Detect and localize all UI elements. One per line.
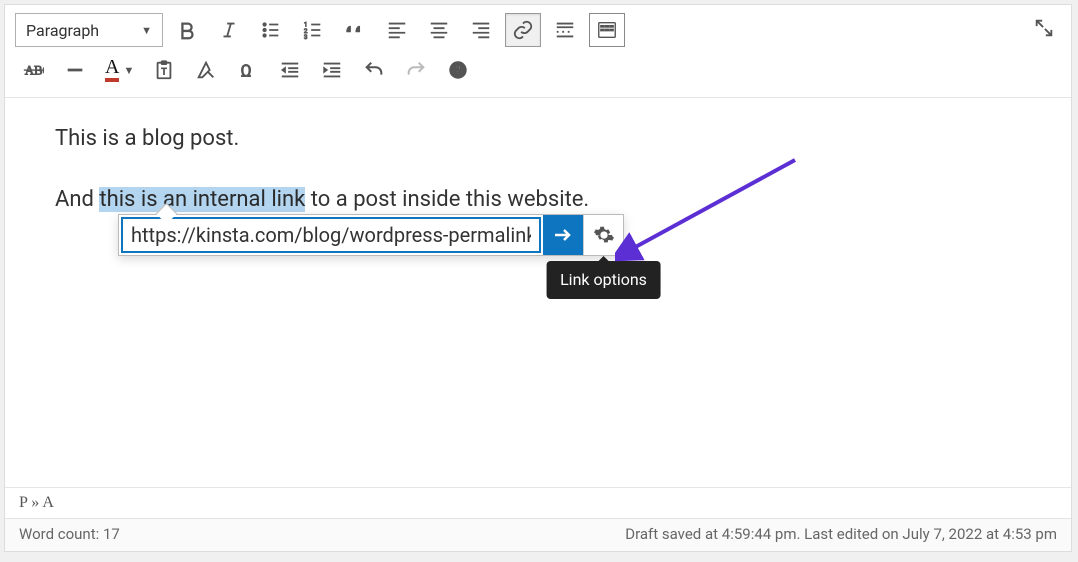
link-button[interactable] [505,13,541,47]
svg-text:3: 3 [304,33,308,41]
content-line-2: And this is an internal link to a post i… [55,183,1021,216]
paste-text-button[interactable]: T [146,53,182,87]
svg-text:T: T [162,68,168,78]
outdent-button[interactable] [272,53,308,87]
toolbar: Paragraph ▼ 123 [5,5,1071,98]
text-color-button[interactable]: A ▼ [99,53,140,87]
fullscreen-button[interactable] [1033,17,1055,43]
toolbar-row-2: ABC A ▼ T Ω [15,53,1061,87]
undo-button[interactable] [356,53,392,87]
caret-down-icon: ▼ [141,24,152,37]
format-select-label: Paragraph [26,21,99,40]
readmore-button[interactable] [547,13,583,47]
element-path[interactable]: P » A [5,488,1071,519]
link-popup: Link options [118,214,624,256]
apply-link-button[interactable] [543,215,583,255]
selected-link-text[interactable]: this is an internal link [99,187,305,212]
content-area[interactable]: This is a blog post. And this is an inte… [5,98,1071,487]
hr-button[interactable] [57,53,93,87]
bullet-list-button[interactable] [253,13,289,47]
align-right-button[interactable] [463,13,499,47]
italic-button[interactable] [211,13,247,47]
align-left-button[interactable] [379,13,415,47]
status-bar: P » A Word count: 17 Draft saved at 4:59… [5,487,1071,551]
format-select[interactable]: Paragraph ▼ [15,13,163,47]
clear-format-button[interactable] [188,53,224,87]
editor-container: Paragraph ▼ 123 [4,4,1072,552]
caret-down-icon: ▼ [123,64,134,77]
link-options-tooltip: Link options [546,261,661,299]
text-color-icon: A [105,58,119,82]
numbered-list-button[interactable]: 123 [295,13,331,47]
blockquote-button[interactable] [337,13,373,47]
help-button[interactable]: ? [440,53,476,87]
align-center-button[interactable] [421,13,457,47]
indent-button[interactable] [314,53,350,87]
status-bottom: Word count: 17 Draft saved at 4:59:44 pm… [5,519,1071,551]
save-status: Draft saved at 4:59:44 pm. Last edited o… [625,525,1057,543]
toolbar-row-1: Paragraph ▼ 123 [15,13,1061,47]
strikethrough-button[interactable]: ABC [15,53,51,87]
link-options-button[interactable]: Link options [583,215,623,255]
redo-button[interactable] [398,53,434,87]
svg-text:?: ? [456,64,462,78]
word-count: Word count: 17 [19,525,120,543]
toolbar-toggle-button[interactable] [589,13,625,47]
svg-text:Ω: Ω [241,62,252,81]
content-line-1: This is a blog post. [55,122,1021,155]
special-char-button[interactable]: Ω [230,53,266,87]
link-url-input[interactable] [121,217,541,253]
bold-button[interactable] [169,13,205,47]
